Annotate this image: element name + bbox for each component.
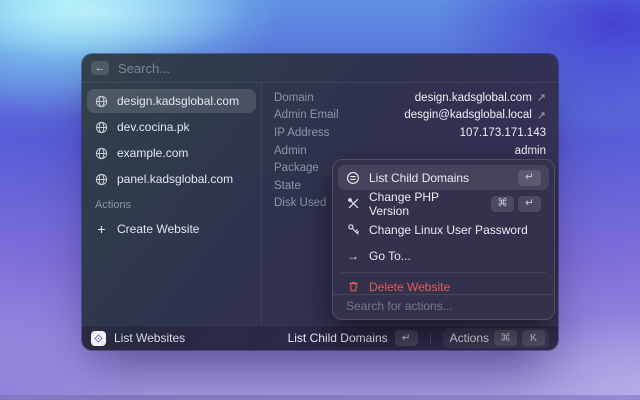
sidebar-item-label: example.com <box>117 146 188 160</box>
actions-search-input[interactable]: Search for actions... <box>333 294 554 319</box>
trash-icon <box>346 282 360 294</box>
return-key-badge: ↵ <box>518 170 541 186</box>
detail-value-text: design.kadsglobal.com <box>415 92 532 104</box>
detail-label: Admin <box>274 145 307 157</box>
sidebar-item-dev-cocina[interactable]: dev.cocina.pk <box>87 115 256 139</box>
actions-button-label: Actions <box>450 331 489 345</box>
external-link-icon: ↗ <box>537 91 546 104</box>
menu-item-delete-website[interactable]: Delete Website <box>338 282 549 294</box>
sidebar-item-design-kadsglobal[interactable]: design.kadsglobal.com <box>87 89 256 113</box>
menu-item-label: Change PHP Version <box>369 190 482 218</box>
search-bar: ← Search... <box>82 54 558 83</box>
sidebar-item-label: dev.cocina.pk <box>117 120 190 134</box>
command-key-badge: ⌘ <box>494 330 517 346</box>
detail-label: Disk Used <box>274 197 326 209</box>
menu-item-list-child-domains[interactable]: List Child Domains ↵ <box>338 165 549 190</box>
detail-value-text: admin <box>515 145 546 157</box>
search-input[interactable]: Search... <box>118 61 170 76</box>
menu-item-change-php-version[interactable]: Change PHP Version ⌘ ↵ <box>338 191 549 216</box>
wrench-icon <box>346 197 360 210</box>
detail-label: IP Address <box>274 127 329 139</box>
return-key-badge: ↵ <box>395 330 418 346</box>
command-key-badge: ⌘ <box>491 196 514 212</box>
external-link-icon: ↗ <box>537 109 546 122</box>
detail-row-domain: Domain design.kadsglobal.com ↗ <box>274 89 546 107</box>
menu-item-go-to[interactable]: → Go To... <box>338 243 549 268</box>
menu-item-label: List Child Domains <box>369 171 469 185</box>
menu-item-label: Delete Website <box>369 282 450 294</box>
status-divider <box>430 332 431 345</box>
detail-value-text: 107.173.171.143 <box>460 127 546 139</box>
wallpaper-bottom-strip <box>0 395 640 400</box>
desktop-wallpaper: ← Search... design.kadsglobal.com <box>0 0 640 400</box>
arrow-right-icon: → <box>346 250 360 262</box>
diamond-icon <box>94 334 103 343</box>
detail-label: State <box>274 180 301 192</box>
plus-icon: + <box>95 222 108 236</box>
menu-item-change-linux-user-password[interactable]: Change Linux User Password <box>338 217 549 242</box>
actions-menu-list: List Child Domains ↵ Change PHP Version … <box>333 160 554 269</box>
detail-row-admin-email: Admin Email desgin@kadsglobal.local ↗ <box>274 107 546 125</box>
sidebar-item-label: design.kadsglobal.com <box>117 94 239 108</box>
globe-icon <box>95 121 108 134</box>
key-icon <box>346 223 360 236</box>
detail-label: Package <box>274 162 319 174</box>
command-palette-window: ← Search... design.kadsglobal.com <box>82 54 558 350</box>
sidebar: design.kadsglobal.com dev.cocina.pk <box>82 83 262 325</box>
status-app-label: List Websites <box>114 331 185 345</box>
actions-popup-menu: List Child Domains ↵ Change PHP Version … <box>332 159 555 320</box>
sidebar-section-actions: Actions <box>95 199 248 211</box>
sidebar-item-create-website[interactable]: + Create Website <box>87 217 256 241</box>
menu-item-label: Go To... <box>369 249 411 263</box>
sidebar-item-label: Create Website <box>117 222 199 236</box>
app-icon <box>91 331 106 346</box>
detail-value-text: desgin@kadsglobal.local <box>404 109 531 121</box>
k-key-badge: K <box>522 330 545 346</box>
detail-label: Admin Email <box>274 109 339 121</box>
sidebar-item-panel-kadsglobal[interactable]: panel.kadsglobal.com <box>87 167 256 191</box>
menu-scroll-clip: Delete Website <box>338 282 549 294</box>
sidebar-item-label: panel.kadsglobal.com <box>117 172 233 186</box>
back-button[interactable]: ← <box>91 61 109 75</box>
sidebar-item-example[interactable]: example.com <box>87 141 256 165</box>
detail-value-link[interactable]: desgin@kadsglobal.local ↗ <box>404 109 546 122</box>
actions-panel-button[interactable]: Actions ⌘ K <box>443 328 549 348</box>
detail-row-admin: Admin admin <box>274 142 546 160</box>
globe-icon <box>95 173 108 186</box>
globe-icon <box>95 95 108 108</box>
detail-value-link[interactable]: design.kadsglobal.com ↗ <box>415 91 546 104</box>
primary-action-button[interactable]: List Child Domains ↵ <box>288 330 418 346</box>
status-bar: List Websites List Child Domains ↵ Actio… <box>82 325 558 350</box>
detail-row-ip-address: IP Address 107.173.171.143 <box>274 124 546 142</box>
menu-item-label: Change Linux User Password <box>369 223 528 237</box>
globe-icon <box>95 147 108 160</box>
arrow-left-icon: ← <box>95 63 106 74</box>
detail-label: Domain <box>274 92 314 104</box>
return-key-badge: ↵ <box>518 196 541 212</box>
primary-action-label: List Child Domains <box>288 331 388 345</box>
menu-separator <box>341 272 546 273</box>
list-circle-icon <box>346 171 360 185</box>
